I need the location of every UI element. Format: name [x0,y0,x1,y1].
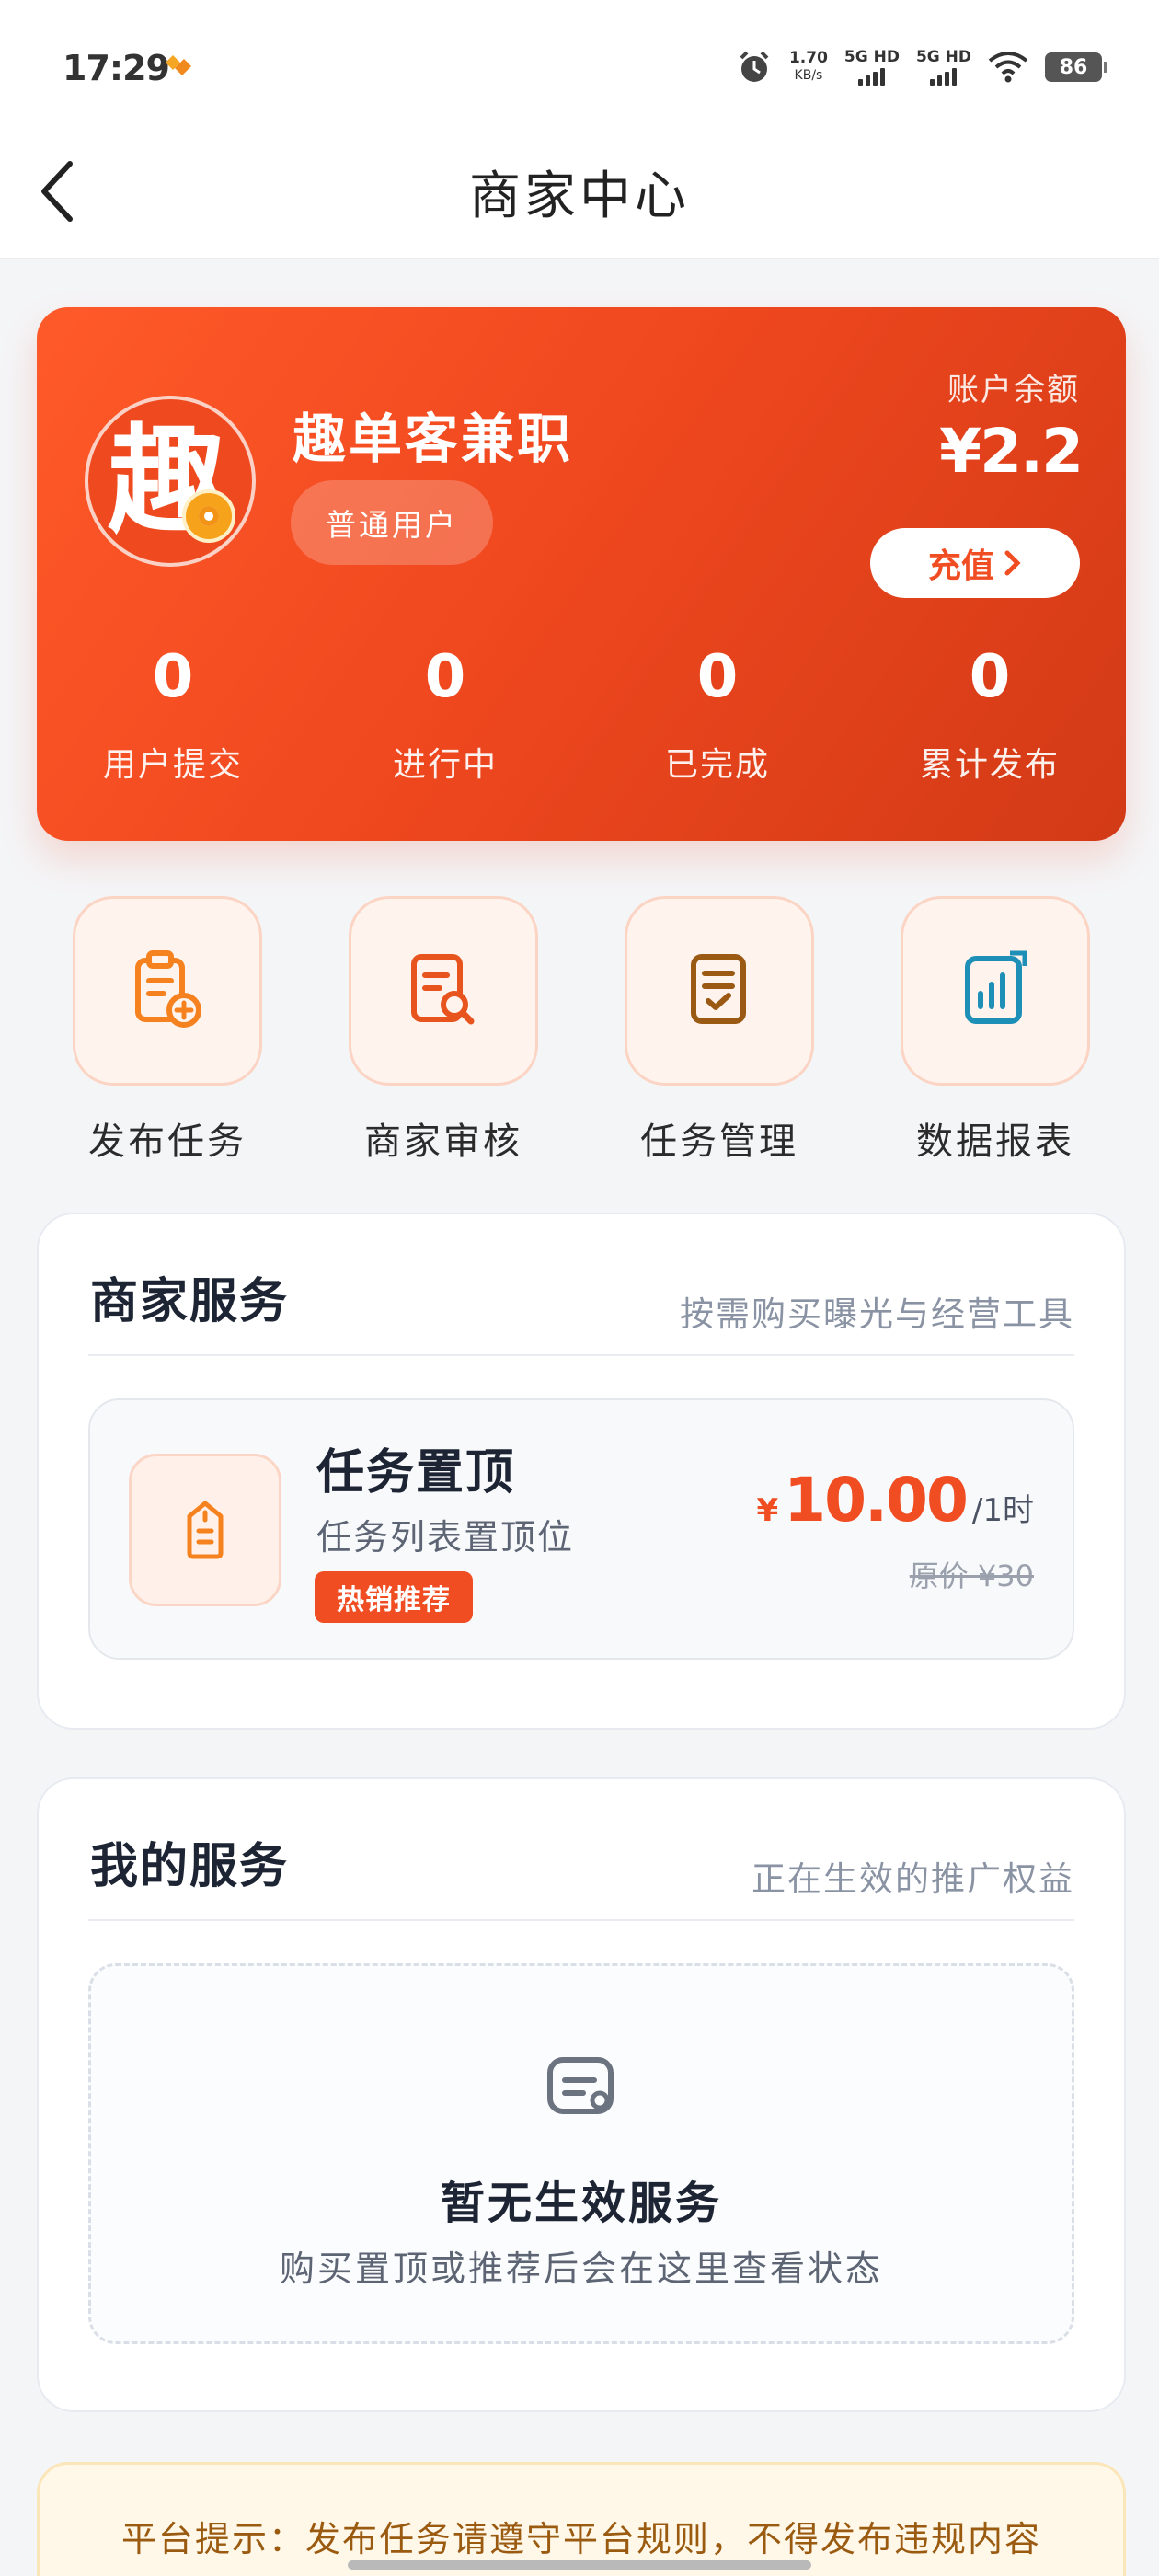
stat-value: 0 [152,643,194,711]
stat-label: 已完成 [664,746,770,784]
stat-value: 0 [424,643,466,711]
pin-top-icon [187,1501,224,1559]
price-value: 10.00 [784,1465,969,1535]
nav-bar: 商家中心 [0,120,1159,259]
stat-total-published[interactable]: 0 累计发布 [854,648,1126,786]
merchant-logo: 趣 [85,396,256,567]
hot-tag-badge: 热销推荐 [315,1571,473,1623]
net-speed-value: 1.70 [788,49,828,67]
recharge-label: 充值 [927,547,994,585]
stat-label: 进行中 [392,746,498,784]
document-search-icon [411,954,475,1025]
wifi-icon [988,52,1028,83]
status-indicators: 1.70 KB/s 5G HD 5G HD 86 [736,44,1107,90]
service-desc: 任务列表置顶位 [316,1517,575,1558]
stat-value: 0 [696,643,739,711]
merchant-name: 趣单客兼职 [293,408,574,470]
platform-notice: 平台提示：发布任务请遵守平台规则，不得发布违规内容 [37,2462,1126,2576]
empty-title: 暂无生效服务 [440,2178,722,2229]
qa-label: 商家审核 [364,1121,522,1163]
page-title: 商家中心 [469,167,690,226]
app-notification-icon [166,55,191,75]
empty-state: 暂无生效服务 购买置顶或推荐后会在这里查看状态 [88,1963,1074,2344]
status-bar: 17:29 1.70 KB/s 5G HD 5G HD 86 [0,0,1159,120]
stats-row: 0 用户提交 0 进行中 0 已完成 0 累计发布 [37,648,1126,786]
publish-task-button[interactable]: 发布任务 [55,896,280,1165]
status-time: 17:29 [63,48,170,88]
original-price: 原价 ¥30 [909,1558,1034,1593]
price-unit: /1时 [971,1492,1034,1529]
qa-tile [73,896,262,1086]
balance-label: 账户余额 [947,372,1080,408]
alarm-icon [740,51,769,82]
service-price: ¥ 10.00 /1时 [756,1465,1034,1535]
qa-tile [901,896,1090,1086]
coin-icon [182,489,235,543]
service-item-pin-top[interactable]: 任务置顶 任务列表置顶位 热销推荐 ¥ 10.00 /1时 原价 ¥30 [88,1398,1074,1660]
chevron-right-icon [1004,550,1021,576]
net-speed: 1.70 KB/s [789,50,828,85]
account-card: 趣 趣单客兼职 普通用户 账户余额 ¥2.2 充值 0 用户提交 0 进行中 0… [37,307,1126,841]
stat-completed[interactable]: 0 已完成 [581,648,854,786]
merchant-services-section: 商家服务 按需购买曝光与经营工具 任务置顶 任务列表置顶位 热销推荐 ¥ 10.… [37,1213,1126,1730]
quick-actions: 发布任务 商家审核 任务管理 数据报表 [37,896,1126,1165]
bar-chart-icon [965,950,1027,1024]
section-subtitle: 按需购买曝光与经营工具 [680,1294,1074,1334]
sim2-label: 5G HD [915,48,971,66]
battery-indicator: 86 [1045,52,1107,82]
home-indicator[interactable] [348,2560,811,2570]
price-currency: ¥ [756,1492,779,1529]
stat-label: 累计发布 [919,746,1060,784]
stat-label: 用户提交 [102,746,243,784]
section-header: 商家服务 按需购买曝光与经营工具 [90,1262,1074,1336]
section-header: 我的服务 正在生效的推广权益 [90,1827,1074,1901]
my-services-section: 我的服务 正在生效的推广权益 暂无生效服务 购买置顶或推荐后会在这里查看状态 [37,1777,1126,2412]
divider [88,1354,1074,1356]
section-title: 商家服务 [90,1274,290,1329]
signal-bars-icon [930,67,958,86]
stat-value: 0 [969,643,1011,711]
svc-icon-tile [129,1454,281,1606]
signal-bars-icon [858,67,886,86]
merchant-review-button[interactable]: 商家审核 [331,896,556,1165]
divider [88,1919,1074,1921]
message-card-icon [547,2057,614,2114]
sim2-signal: 5G HD [916,49,971,86]
qa-label: 任务管理 [640,1121,798,1163]
data-report-button[interactable]: 数据报表 [883,896,1107,1165]
document-check-icon [691,954,746,1024]
section-title: 我的服务 [90,1839,290,1894]
qa-label: 发布任务 [88,1121,247,1163]
qa-label: 数据报表 [916,1121,1074,1163]
qa-tile [625,896,814,1086]
stat-in-progress[interactable]: 0 进行中 [309,648,581,786]
balance-value: ¥2.2 [939,416,1084,487]
sim1-signal: 5G HD [844,49,900,86]
user-level-badge: 普通用户 [291,480,493,565]
stat-user-submitted[interactable]: 0 用户提交 [37,648,309,786]
clipboard-add-icon [135,950,201,1028]
sim1-label: 5G HD [843,48,900,66]
empty-desc: 购买置顶或推荐后会在这里查看状态 [279,2248,883,2289]
service-name: 任务置顶 [316,1445,516,1501]
qa-tile [349,896,538,1086]
recharge-button[interactable]: 充值 [870,528,1080,598]
section-subtitle: 正在生效的推广权益 [752,1859,1074,1899]
net-speed-unit: KB/s [794,68,823,83]
task-management-button[interactable]: 任务管理 [607,896,832,1165]
